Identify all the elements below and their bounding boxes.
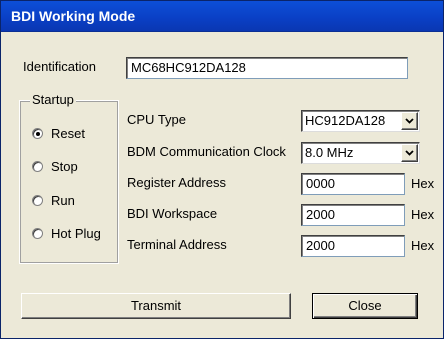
bdm-clock-value: 8.0 MHz (305, 145, 354, 160)
cpu-type-label: CPU Type (127, 112, 187, 127)
radio-reset-label: Reset (51, 126, 85, 141)
bdm-clock-label: BDM Communication Clock (127, 144, 286, 159)
cpu-type-dropdown-button[interactable] (401, 112, 418, 130)
register-address-unit: Hex (411, 176, 435, 191)
radio-run[interactable]: Run (32, 193, 122, 211)
bdm-clock-dropdown[interactable]: 8.0 MHz (301, 142, 420, 164)
radio-stop-label: Stop (51, 159, 78, 174)
radio-circle (32, 228, 43, 239)
register-address-label: Register Address (127, 175, 226, 190)
identification-field[interactable]: MC68HC912DA128 (126, 57, 408, 79)
cpu-type-value: HC912DA128 (305, 113, 386, 128)
transmit-button[interactable]: Transmit (21, 293, 291, 319)
bdi-working-mode-dialog: BDI Working Mode Identification MC68HC91… (0, 0, 444, 339)
radio-reset[interactable]: Reset (32, 126, 122, 144)
close-button[interactable]: Close (312, 293, 418, 319)
startup-group-title: Startup (30, 92, 76, 108)
radio-run-label: Run (51, 193, 75, 208)
radio-circle (32, 195, 43, 206)
radio-selected-dot (36, 132, 40, 136)
register-address-field[interactable]: 0000 (301, 173, 405, 195)
title-bar[interactable]: BDI Working Mode (1, 1, 443, 32)
chevron-down-icon (405, 150, 414, 156)
bdi-workspace-field[interactable]: 2000 (301, 204, 405, 226)
chevron-down-icon (405, 118, 414, 124)
bdi-workspace-label: BDI Workspace (127, 206, 218, 221)
radio-hot-plug-label: Hot Plug (51, 226, 101, 241)
radio-stop[interactable]: Stop (32, 159, 122, 177)
terminal-address-field[interactable]: 2000 (301, 235, 405, 257)
radio-circle (32, 128, 43, 139)
radio-hot-plug[interactable]: Hot Plug (32, 226, 122, 244)
terminal-address-label: Terminal Address (127, 237, 227, 252)
identification-label: Identification (23, 59, 96, 74)
cpu-type-dropdown[interactable]: HC912DA128 (301, 110, 420, 132)
bdi-workspace-unit: Hex (411, 207, 435, 222)
terminal-address-unit: Hex (411, 238, 435, 253)
window-title: BDI Working Mode (11, 8, 136, 24)
bdm-clock-dropdown-button[interactable] (401, 144, 418, 162)
radio-circle (32, 161, 43, 172)
